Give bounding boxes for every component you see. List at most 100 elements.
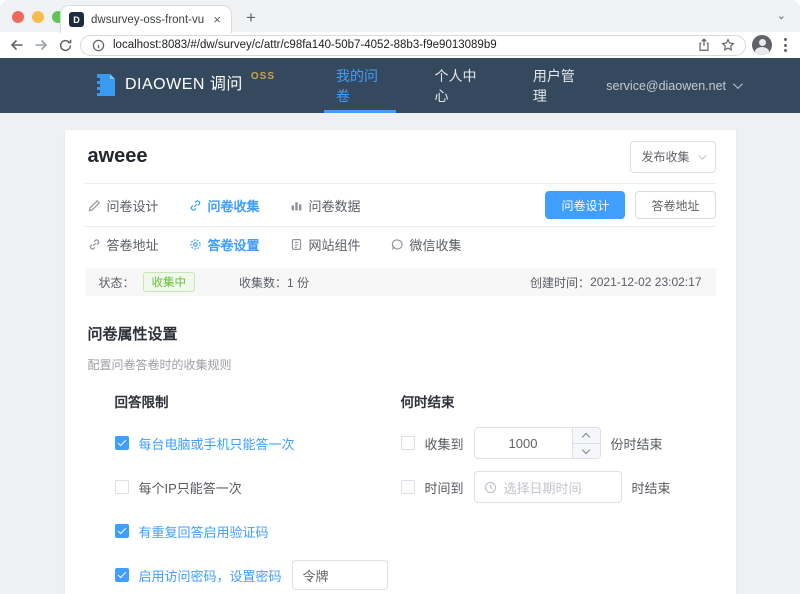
answer-limit-column: 回答限制 每台电脑或手机只能答一次 每个IP只能答一次 有重复回答启用验证码 [115,391,401,594]
checkbox-access-password[interactable] [115,568,129,582]
collect-limit-number-input[interactable]: 1000 [474,427,601,459]
browser-tab[interactable]: D dwsurvey-oss-front-vue × [60,5,232,33]
browser-menu-icon[interactable] [778,38,792,52]
subtab-answer-settings[interactable]: 答卷设置 [189,235,260,254]
app-navbar: DIAOWEN 调问 OSS 我的问卷 个人中心 用户管理 service@di… [0,58,800,113]
end-time-suffix: 时结束 [632,478,671,497]
share-icon[interactable] [695,36,713,54]
subtab-site-widget[interactable]: 网站组件 [290,235,361,254]
option-label[interactable]: 有重复回答启用验证码 [139,522,269,541]
status-label: 状态： [99,274,135,291]
browser-tabstrip: D dwsurvey-oss-front-vue × + ⌄ [0,0,800,32]
tab-label: 问卷设计 [107,196,159,215]
screenshot-root: D dwsurvey-oss-front-vue × + ⌄ local [0,0,800,594]
end-datetime-input[interactable]: 选择日期时间 [474,471,622,503]
diaowen-logo-icon [95,73,117,98]
publish-collect-dropdown[interactable]: 发布收集 [630,141,716,173]
spinner-down-icon[interactable] [573,443,600,459]
password-value: 令牌 [303,566,329,585]
tab-search-chevron-icon[interactable]: ⌄ [777,9,786,22]
close-window-button[interactable] [12,11,24,23]
account-email: service@diaowen.net [606,79,726,93]
settings-heading: 问卷属性设置 [85,323,716,344]
subtab-wechat-collect[interactable]: 微信收集 [391,235,462,254]
subtab-label: 微信收集 [410,235,462,254]
subtab-label: 网站组件 [309,235,361,254]
option-label[interactable]: 每台电脑或手机只能答一次 [139,434,295,453]
main-nav: 我的问卷 个人中心 用户管理 [311,58,606,113]
bookmark-star-icon[interactable] [719,36,737,54]
forward-icon[interactable] [32,36,50,54]
back-icon[interactable] [8,36,26,54]
nav-item-profile[interactable]: 个人中心 [422,58,494,113]
tab-close-icon[interactable]: × [211,12,223,27]
checkbox-captcha[interactable] [115,524,129,538]
window-controls [12,11,64,23]
new-tab-button[interactable]: + [246,8,256,28]
site-info-icon[interactable] [89,36,107,54]
url-text: localhost:8083/#/dw/survey/c/attr/c98fa1… [113,39,689,51]
tab-label: 问卷收集 [208,196,260,215]
profile-avatar[interactable] [752,35,772,55]
subtab-answer-url[interactable]: 答卷地址 [88,235,159,254]
option-row-password: 启用访问密码，设置密码 令牌 [115,553,401,594]
option-label[interactable]: 收集到 [425,434,464,453]
spinner-up-icon[interactable] [573,428,600,443]
answer-url-button[interactable]: 答卷地址 [635,191,715,219]
subtab-label: 答卷地址 [107,235,159,254]
collect-count-value: 1 份 [287,274,309,291]
card-header: aweee 发布收集 [85,130,716,183]
link-icon [189,199,202,212]
collect-limit-value: 1000 [475,428,572,458]
password-input[interactable]: 令牌 [292,560,388,590]
brand-oss-badge: OSS [251,71,275,82]
tab-title: dwsurvey-oss-front-vue [91,14,204,26]
status-badge: 收集中 [143,272,196,292]
tab-survey-data[interactable]: 问卷数据 [290,196,361,215]
created-time-label: 创建时间： [530,274,590,291]
page-background: aweee 发布收集 问卷设计 [0,113,800,594]
clock-icon [484,481,497,494]
minimize-window-button[interactable] [32,11,44,23]
tab-survey-design[interactable]: 问卷设计 [88,196,159,215]
settings-subheading: 配置问卷答卷时的收集规则 [85,356,716,373]
checkbox-collect-limit[interactable] [401,436,415,450]
chevron-down-icon [733,79,743,89]
end-condition-column: 何时结束 收集到 1000 份时结束 [401,391,716,594]
nav-item-user-admin[interactable]: 用户管理 [521,58,593,113]
browser-toolbar: localhost:8083/#/dw/survey/c/attr/c98fa1… [0,32,800,58]
reload-icon[interactable] [56,36,74,54]
collect-limit-suffix: 份时结束 [611,434,663,453]
checkbox-end-time[interactable] [401,480,415,494]
nav-item-my-surveys[interactable]: 我的问卷 [324,58,396,113]
brand[interactable]: DIAOWEN 调问 OSS [95,73,275,98]
link-icon [88,238,101,251]
account-menu[interactable]: service@diaowen.net [606,79,740,93]
datetime-placeholder: 选择日期时间 [504,478,582,497]
checkbox-ip-once[interactable] [115,480,129,494]
widget-icon [290,238,303,251]
survey-tabs-row: 问卷设计 问卷收集 问卷数据 [85,183,716,226]
survey-design-button[interactable]: 问卷设计 [545,191,625,219]
brand-name: DIAOWEN 调问 [125,73,243,97]
option-label[interactable]: 每个IP只能答一次 [139,478,242,497]
wechat-icon [391,238,404,251]
option-label[interactable]: 启用访问密码，设置密码 [139,566,282,585]
publish-collect-label: 发布收集 [641,148,689,165]
pencil-icon [88,199,101,212]
chevron-down-icon [698,151,706,159]
bar-chart-icon [290,199,303,212]
option-row-device-once: 每台电脑或手机只能答一次 [115,421,401,465]
checkbox-device-once[interactable] [115,436,129,450]
settings-grid: 回答限制 每台电脑或手机只能答一次 每个IP只能答一次 有重复回答启用验证码 [85,391,716,594]
option-row-end-time: 时间到 选择日期时间 时结束 [401,465,716,509]
gear-icon [189,238,202,251]
survey-title: aweee [85,145,148,168]
survey-card: aweee 发布收集 问卷设计 [65,130,736,594]
option-row-captcha: 有重复回答启用验证码 [115,509,401,553]
option-label[interactable]: 时间到 [425,478,464,497]
tab-survey-collect[interactable]: 问卷收集 [189,196,260,215]
status-bar: 状态： 收集中 收集数： 1 份 创建时间： 2021-12-02 23:02:… [85,268,716,296]
address-bar[interactable]: localhost:8083/#/dw/survey/c/attr/c98fa1… [80,35,746,56]
answer-limit-header: 回答限制 [115,391,401,411]
